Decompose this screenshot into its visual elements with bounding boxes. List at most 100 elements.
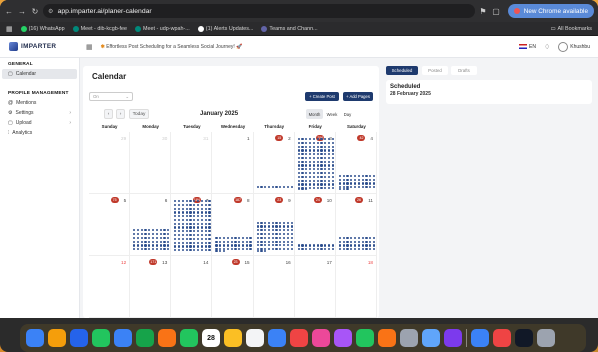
post-dot[interactable] bbox=[185, 237, 188, 240]
post-dot[interactable] bbox=[178, 234, 181, 237]
post-dot[interactable] bbox=[331, 244, 334, 247]
post-dot[interactable] bbox=[361, 236, 364, 239]
sidebar-item-upload[interactable]: ▢ Upload › bbox=[0, 118, 79, 128]
post-dot[interactable] bbox=[200, 249, 203, 252]
post-dot[interactable] bbox=[230, 240, 233, 243]
post-dot[interactable] bbox=[316, 149, 319, 152]
post-dot[interactable] bbox=[316, 248, 319, 251]
dock-app-safari[interactable] bbox=[70, 329, 88, 347]
post-dot[interactable] bbox=[260, 236, 263, 239]
post-dot[interactable] bbox=[305, 145, 308, 148]
post-dot[interactable] bbox=[200, 207, 203, 210]
post-dot[interactable] bbox=[181, 215, 185, 218]
post-dot[interactable] bbox=[312, 183, 316, 186]
post-dot[interactable] bbox=[222, 244, 226, 247]
dock-app-preview[interactable] bbox=[422, 329, 440, 347]
post-dot[interactable] bbox=[320, 164, 323, 167]
post-dot[interactable] bbox=[297, 164, 300, 167]
post-dot[interactable] bbox=[267, 240, 271, 243]
post-dot[interactable] bbox=[208, 237, 211, 240]
post-dot[interactable] bbox=[249, 244, 252, 247]
post-dot[interactable] bbox=[260, 250, 263, 253]
post-dot[interactable] bbox=[204, 203, 207, 206]
post-dot[interactable] bbox=[241, 248, 245, 251]
post-dot[interactable] bbox=[174, 230, 177, 233]
post-dot[interactable] bbox=[219, 240, 222, 243]
post-dot[interactable] bbox=[204, 234, 207, 237]
post-dot[interactable] bbox=[226, 244, 229, 247]
post-dot[interactable] bbox=[152, 248, 155, 251]
post-dot[interactable] bbox=[297, 160, 300, 163]
calendar-day-cell[interactable]: 4 42 bbox=[335, 132, 377, 194]
dock-app-launchpad[interactable] bbox=[48, 329, 66, 347]
post-dot[interactable] bbox=[312, 248, 316, 251]
calendar-day-cell[interactable]: 13 171 bbox=[130, 256, 172, 318]
post-dot[interactable] bbox=[338, 244, 342, 247]
post-dot[interactable] bbox=[260, 232, 263, 236]
post-dot[interactable] bbox=[136, 244, 140, 247]
post-dot[interactable] bbox=[353, 244, 357, 247]
post-dot[interactable] bbox=[256, 225, 259, 228]
post-count-badge[interactable]: 15 bbox=[275, 135, 284, 141]
post-dot[interactable] bbox=[159, 232, 162, 236]
dock-app-messages[interactable] bbox=[92, 329, 110, 347]
post-dot[interactable] bbox=[208, 222, 211, 225]
post-dot[interactable] bbox=[133, 244, 136, 247]
post-dot[interactable] bbox=[320, 248, 323, 251]
post-dot[interactable] bbox=[196, 203, 200, 206]
post-dot[interactable] bbox=[200, 218, 203, 222]
post-dot[interactable] bbox=[372, 186, 376, 189]
post-dot[interactable] bbox=[346, 248, 349, 251]
dock-app-chrome[interactable] bbox=[290, 329, 308, 347]
post-dot[interactable] bbox=[167, 248, 170, 251]
post-dot[interactable] bbox=[234, 240, 237, 243]
post-dot[interactable] bbox=[140, 229, 143, 232]
post-dot[interactable] bbox=[320, 138, 323, 141]
post-dot[interactable] bbox=[245, 240, 248, 243]
post-dot[interactable] bbox=[267, 236, 271, 239]
post-dot[interactable] bbox=[204, 230, 207, 233]
post-dot[interactable] bbox=[369, 240, 372, 243]
post-dot[interactable] bbox=[196, 241, 200, 244]
calendar-day-cell[interactable]: 30 bbox=[130, 132, 172, 194]
post-dot[interactable] bbox=[286, 221, 289, 224]
post-dot[interactable] bbox=[275, 232, 278, 236]
post-dot[interactable] bbox=[312, 244, 316, 247]
post-dot[interactable] bbox=[301, 145, 304, 148]
post-dot[interactable] bbox=[350, 236, 353, 239]
post-dot[interactable] bbox=[324, 244, 327, 247]
post-dot[interactable] bbox=[312, 164, 316, 167]
post-dot[interactable] bbox=[369, 182, 372, 185]
post-dot[interactable] bbox=[342, 244, 345, 247]
post-dot[interactable] bbox=[305, 188, 308, 191]
post-dot[interactable] bbox=[312, 187, 316, 190]
post-dot[interactable] bbox=[256, 236, 259, 239]
post-dot[interactable] bbox=[316, 183, 319, 186]
bookmark-teams[interactable]: Teams and Chann... bbox=[261, 25, 318, 32]
post-dot[interactable] bbox=[305, 156, 308, 160]
post-dot[interactable] bbox=[297, 248, 300, 251]
calendar-day-cell[interactable]: 5 75 bbox=[89, 194, 131, 256]
post-dot[interactable] bbox=[271, 221, 274, 224]
post-dot[interactable] bbox=[316, 160, 319, 163]
post-dot[interactable] bbox=[297, 168, 300, 171]
post-dot[interactable] bbox=[174, 241, 177, 244]
sidebar-item-analytics[interactable]: ⫶ Analytics bbox=[0, 128, 79, 138]
post-dot[interactable] bbox=[193, 245, 196, 248]
post-dot[interactable] bbox=[327, 172, 331, 175]
calendar-day-cell[interactable]: 17 bbox=[294, 256, 336, 318]
post-dot[interactable] bbox=[260, 229, 263, 232]
post-dot[interactable] bbox=[249, 240, 252, 243]
post-dot[interactable] bbox=[350, 174, 353, 177]
post-dot[interactable] bbox=[305, 160, 308, 163]
post-dot[interactable] bbox=[193, 200, 196, 203]
post-dot[interactable] bbox=[309, 168, 312, 171]
post-dot[interactable] bbox=[316, 179, 319, 182]
post-dot[interactable] bbox=[301, 183, 304, 186]
post-dot[interactable] bbox=[245, 244, 248, 247]
post-dot[interactable] bbox=[365, 178, 368, 181]
dock-app-terminal[interactable] bbox=[515, 329, 533, 347]
post-dot[interactable] bbox=[189, 211, 192, 214]
post-dot[interactable] bbox=[178, 230, 181, 233]
post-dot[interactable] bbox=[309, 244, 312, 247]
